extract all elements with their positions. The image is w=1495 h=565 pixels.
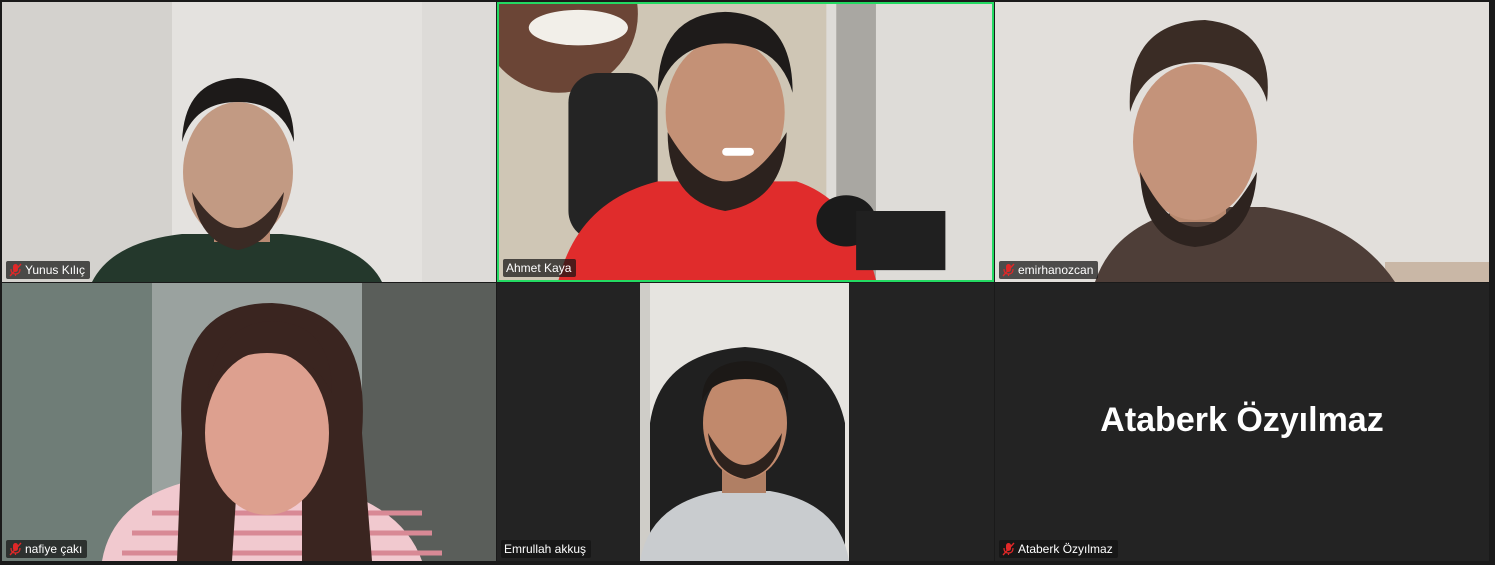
participant-name: Emrullah akkuş [504,542,587,556]
participant-tile-emrullah[interactable]: Emrullah akkuş [497,283,994,561]
participant-tile-emirhan[interactable]: emirhanozcan [995,2,1489,282]
participant-name-tag: Yunus Kılıç [6,261,91,279]
participant-name: Yunus Kılıç [25,263,86,277]
participant-video [499,4,992,280]
participant-video [2,2,496,282]
participant-name: Ataberk Özyılmaz [1018,542,1113,556]
participant-name-tag: Ahmet Kaya [503,259,577,277]
participant-name-tag: Ataberk Özyılmaz [999,540,1118,558]
mic-muted-icon [9,542,22,556]
video-gallery: Yunus Kılıç Ahmet Kaya emirhanozcan nafi… [0,0,1495,565]
participant-video [2,283,496,561]
participant-tile-ataberk[interactable]: Ataberk Özyılmaz Ataberk Özyılmaz [995,283,1489,561]
participant-name-tag: nafiye çakı [6,540,88,558]
participant-video [995,2,1489,282]
participant-name: emirhanozcan [1018,263,1094,277]
participant-display-name: Ataberk Özyılmaz [1100,401,1384,439]
participant-name: Ahmet Kaya [506,261,572,275]
participant-name-tag: Emrullah akkuş [501,540,592,558]
participant-tile-ahmet[interactable]: Ahmet Kaya [497,2,994,282]
participant-tile-nafiye[interactable]: nafiye çakı [2,283,496,561]
mic-muted-icon [1002,263,1015,277]
participant-tile-yunus[interactable]: Yunus Kılıç [2,2,496,282]
mic-muted-icon [9,263,22,277]
participant-name: nafiye çakı [25,542,83,556]
participant-video [497,283,994,561]
participant-name-tag: emirhanozcan [999,261,1099,279]
mic-muted-icon [1002,542,1015,556]
